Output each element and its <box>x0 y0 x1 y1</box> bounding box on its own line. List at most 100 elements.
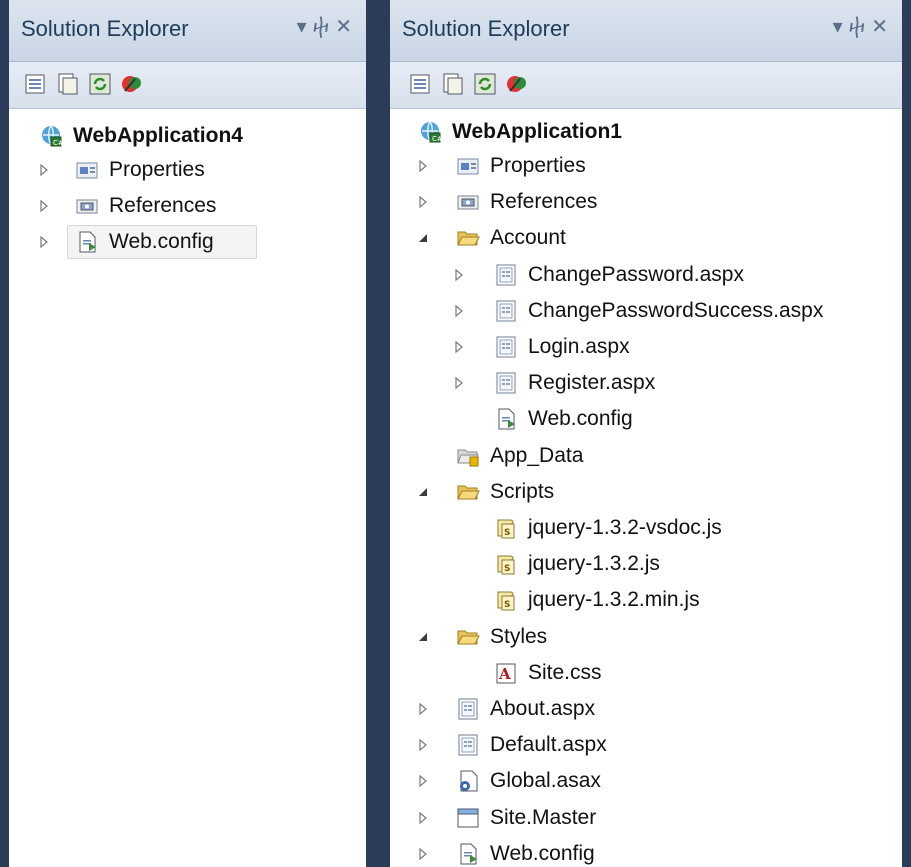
expand-arrow-icon[interactable] <box>452 376 466 390</box>
collapse-arrow-icon[interactable] <box>416 630 430 644</box>
tree-item[interactable]: Default.aspx <box>456 730 607 760</box>
expand-arrow-icon[interactable] <box>37 163 51 177</box>
tree-item[interactable]: Sjquery-1.3.2-vsdoc.js <box>494 513 722 543</box>
expand-arrow-icon[interactable] <box>416 811 430 825</box>
tree-item[interactable]: References <box>456 187 597 217</box>
properties-folder-icon <box>456 154 480 178</box>
tree-item-label: Web.config <box>490 841 595 865</box>
close-icon[interactable]: ✕ <box>871 16 894 38</box>
web-project-icon: C# <box>418 120 443 144</box>
properties-icon[interactable] <box>23 71 49 97</box>
tree-item-label: Styles <box>490 624 548 648</box>
show-all-files-icon[interactable] <box>440 71 466 97</box>
expand-arrow-icon[interactable] <box>452 340 466 354</box>
svg-text:C#: C# <box>432 135 442 143</box>
properties-icon[interactable] <box>408 71 434 97</box>
tree-item[interactable]: ChangePassword.aspx <box>494 260 744 290</box>
references-icon <box>456 190 480 214</box>
pin-icon[interactable]: ⴕ <box>313 16 336 38</box>
dropdown-icon[interactable]: ▾ <box>833 16 849 38</box>
tree-item[interactable]: Web.config <box>75 227 214 257</box>
tree-item[interactable]: A Site.css <box>494 658 602 688</box>
expand-arrow-icon[interactable] <box>416 738 430 752</box>
tree-item[interactable]: About.aspx <box>456 694 595 724</box>
web-project-icon: C# <box>39 124 64 148</box>
properties-folder-icon <box>75 158 99 182</box>
config-file-icon <box>456 842 480 866</box>
refresh-icon[interactable] <box>472 71 498 97</box>
panel-title: Solution Explorer <box>21 16 189 41</box>
tree-item[interactable]: Login.aspx <box>494 332 630 362</box>
close-icon[interactable]: ✕ <box>335 16 358 38</box>
tree-item[interactable]: Global.asax <box>456 766 601 796</box>
view-class-diagram-icon[interactable] <box>504 71 530 97</box>
show-all-files-icon[interactable] <box>55 71 81 97</box>
toolbar <box>390 62 902 109</box>
tree-item[interactable]: App_Data <box>456 441 583 471</box>
tree-item-label: About.aspx <box>490 697 596 720</box>
project-name: WebApplication4 <box>73 124 243 147</box>
svg-text:S: S <box>504 564 510 574</box>
svg-text:S: S <box>504 528 510 538</box>
collapse-arrow-icon[interactable] <box>416 485 430 499</box>
solution-explorer-right: Solution Explorer ▾ⴕ✕ C# WebApplication1 P… <box>390 0 902 867</box>
pin-icon[interactable]: ⴕ <box>849 16 872 38</box>
expand-arrow-icon[interactable] <box>416 159 430 173</box>
tree-item-label: Site.Master <box>490 805 597 829</box>
tree-item-label: App_Data <box>490 443 584 467</box>
collapse-arrow-icon[interactable] <box>416 231 430 245</box>
config-file-icon <box>494 407 518 431</box>
title-bar: Solution Explorer ▾ⴕ✕ <box>390 0 902 62</box>
tree-item[interactable]: Properties <box>456 151 586 181</box>
tree-item[interactable]: References <box>75 191 216 221</box>
expand-arrow-icon[interactable] <box>416 195 430 209</box>
tree-item-label: References <box>490 190 598 214</box>
toolbar <box>9 62 366 109</box>
dropdown-icon[interactable]: ▾ <box>297 16 313 38</box>
tree-item[interactable]: Styles <box>456 622 547 652</box>
expand-arrow-icon[interactable] <box>416 702 430 716</box>
title-bar: Solution Explorer ▾ⴕ✕ <box>9 0 366 62</box>
aspx-file-icon <box>456 733 480 757</box>
expand-arrow-icon[interactable] <box>416 774 430 788</box>
js-file-icon: S <box>494 516 518 540</box>
tree-item[interactable]: Web.config <box>494 404 633 434</box>
tree-item-label: Default.aspx <box>490 733 607 757</box>
tree-item-label: jquery-1.3.2.min.js <box>528 588 700 612</box>
tree-item[interactable]: Sjquery-1.3.2.js <box>494 549 660 579</box>
tree-item[interactable]: Scripts <box>456 477 554 507</box>
tree-item-label: Web.config <box>109 230 214 253</box>
solution-explorer-left: Solution Explorer ▾ⴕ✕ C# WebApplication4 P… <box>9 0 366 867</box>
svg-text:S: S <box>504 600 510 610</box>
aspx-file-icon <box>494 263 518 287</box>
tree-item[interactable]: Sjquery-1.3.2.min.js <box>494 585 700 615</box>
window-controls: ▾ⴕ✕ <box>297 14 358 39</box>
js-file-icon: S <box>494 552 518 576</box>
project-root-node[interactable]: C# WebApplication4 <box>39 121 243 151</box>
tree-item[interactable]: Register.aspx <box>494 368 655 398</box>
view-class-diagram-icon[interactable] <box>119 71 145 97</box>
tree-item[interactable]: Web.config <box>456 839 595 867</box>
tree-item[interactable]: ChangePasswordSuccess.aspx <box>494 296 823 326</box>
tree-item[interactable]: Site.Master <box>456 803 596 833</box>
window-controls: ▾ⴕ✕ <box>833 14 894 39</box>
folder-open-icon <box>456 625 480 649</box>
expand-arrow-icon[interactable] <box>37 235 51 249</box>
tree-item-label: jquery-1.3.2.js <box>528 552 660 576</box>
expand-arrow-icon[interactable] <box>37 199 51 213</box>
tree-item-label: Site.css <box>528 660 602 684</box>
expand-arrow-icon[interactable] <box>452 268 466 282</box>
aspx-file-icon <box>456 697 480 721</box>
expand-arrow-icon[interactable] <box>416 847 430 861</box>
aspx-file-icon <box>494 371 518 395</box>
panel-title: Solution Explorer <box>402 16 570 41</box>
css-file-icon: A <box>494 661 518 685</box>
tree-item[interactable]: Account <box>456 223 566 253</box>
js-file-icon: S <box>494 588 518 612</box>
expand-arrow-icon[interactable] <box>452 304 466 318</box>
tree-item[interactable]: Properties <box>75 155 205 185</box>
svg-text:A: A <box>498 665 511 683</box>
project-root-node[interactable]: C# WebApplication1 <box>418 117 622 147</box>
tree-item-label: Register.aspx <box>528 371 656 395</box>
refresh-icon[interactable] <box>87 71 113 97</box>
